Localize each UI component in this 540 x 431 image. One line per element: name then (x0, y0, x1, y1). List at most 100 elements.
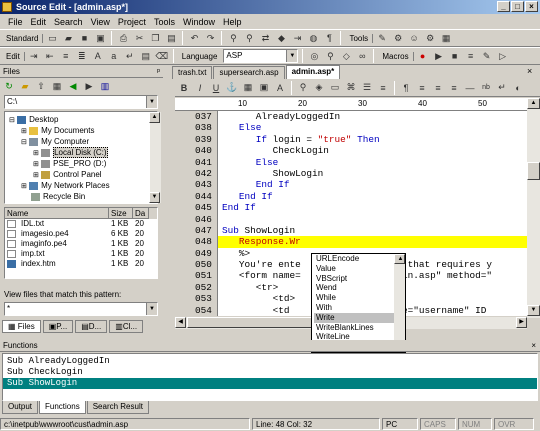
pin-icon[interactable]: ᵖ (157, 66, 160, 78)
code-line[interactable]: 037 AlreadyLoggedIn (175, 111, 527, 123)
hscroll-thumb[interactable] (187, 317, 327, 328)
tab-projects[interactable]: ▣P... (42, 320, 74, 333)
scroll-left-icon[interactable]: ◀ (175, 317, 186, 328)
collapse-icon[interactable]: ⊟ (9, 117, 15, 124)
select-all-icon[interactable]: ▤ (139, 49, 153, 63)
refresh-icon[interactable]: ↻ (2, 79, 16, 93)
menu-search[interactable]: Search (50, 17, 87, 27)
function-item-selected[interactable]: Sub ShowLogin (3, 378, 537, 389)
scroll-up-icon[interactable]: ▲ (394, 254, 405, 264)
print-icon[interactable]: ⎙ (116, 31, 130, 45)
autocomplete-item[interactable]: VBScript (314, 274, 394, 284)
scroll-right-icon[interactable]: ▶ (516, 317, 527, 328)
code-line[interactable]: 043 End If (175, 179, 527, 191)
menu-file[interactable]: File (4, 17, 27, 27)
menu-tools[interactable]: Tools (150, 17, 179, 27)
forward-icon[interactable]: ▶ (82, 79, 96, 93)
menu-edit[interactable]: Edit (27, 17, 51, 27)
view-mode-icon[interactable]: ▦ (50, 79, 64, 93)
table-icon[interactable]: ▦ (241, 81, 255, 95)
close-icon[interactable]: × (531, 340, 536, 352)
browser-preview-icon[interactable]: ◍ (306, 31, 320, 45)
code-line[interactable]: 047 Sub ShowLogin (175, 224, 527, 237)
indent-icon[interactable]: ⇥ (27, 49, 41, 63)
anchor-icon[interactable]: ⚓ (225, 81, 239, 95)
replace-icon[interactable]: ⇄ (258, 31, 272, 45)
minimize-button[interactable]: _ (497, 1, 510, 12)
tab-clips[interactable]: ▥Cl... (109, 320, 144, 333)
code-line[interactable]: 042 ShowLogin (175, 167, 527, 180)
pencil-icon[interactable]: ✎ (375, 31, 389, 45)
expand-icon[interactable]: ⊞ (33, 172, 39, 179)
autocomplete-scrollbar[interactable]: ▲▼ (394, 254, 405, 352)
tag-icon[interactable]: ◇ (339, 49, 353, 63)
back-icon[interactable]: ◀ (66, 79, 80, 93)
wrap-icon[interactable]: ↵ (123, 49, 137, 63)
macro-edit-icon[interactable]: ✎ (480, 49, 494, 63)
save-icon[interactable]: ■ (77, 31, 91, 45)
column-size[interactable]: Size (109, 208, 133, 219)
image-icon[interactable]: ▣ (257, 81, 271, 95)
numbered-list-icon[interactable]: ≡ (376, 81, 390, 95)
open-folder-icon[interactable]: ▰ (18, 79, 32, 93)
color-icon[interactable]: ◐ (511, 81, 525, 95)
settings-icon[interactable]: ⚙ (423, 31, 437, 45)
tree-item-my-documents[interactable]: ⊞ My Documents (5, 125, 157, 136)
language-select[interactable]: ASP ▼ (223, 49, 299, 63)
function-item[interactable]: Sub AlreadyLoggedIn (3, 356, 537, 367)
uncomment-icon[interactable]: ≣ (75, 49, 89, 63)
zoom-icon[interactable]: ⚲ (296, 81, 310, 95)
cut-icon[interactable]: ✂ (132, 31, 146, 45)
paste-icon[interactable]: ▤ (164, 31, 178, 45)
function-item[interactable]: Sub CheckLogin (3, 367, 537, 378)
open-folder-icon[interactable]: ▰ (61, 31, 75, 45)
goto-icon[interactable]: ⇥ (290, 31, 304, 45)
gear-icon[interactable]: ⚙ (391, 31, 405, 45)
file-row[interactable]: imp.txt 1 KB 20 (5, 249, 157, 259)
style-icon[interactable]: ◈ (312, 81, 326, 95)
autocomplete-item[interactable]: Write (314, 312, 394, 323)
menu-window[interactable]: Window (179, 17, 219, 27)
editor-close-icon[interactable]: × (527, 66, 532, 76)
record-macro-icon[interactable]: ● (416, 49, 430, 63)
code-line[interactable]: 041 Else (175, 156, 527, 168)
tree-item-desktop[interactable]: ⊟ Desktop (5, 114, 157, 125)
new-file-icon[interactable]: ▭ (45, 31, 59, 45)
scroll-up-icon[interactable]: ▲ (149, 112, 160, 123)
autocomplete-item[interactable]: Value (314, 264, 394, 274)
column-date[interactable]: Da (133, 208, 149, 219)
close-button[interactable]: × (525, 1, 538, 12)
tab-documents[interactable]: ▤D... (75, 320, 108, 333)
trim-icon[interactable]: ⌫ (155, 49, 169, 63)
tools-extra-icon[interactable]: ▦ (439, 31, 453, 45)
redo-icon[interactable]: ↷ (203, 31, 217, 45)
autocomplete-item[interactable]: URLEncode (314, 254, 394, 264)
maximize-button[interactable]: □ (511, 1, 524, 12)
tab-admin-asp[interactable]: admin.asp* (285, 65, 341, 79)
split-view-icon[interactable]: ▥ (98, 79, 112, 93)
scroll-thumb[interactable] (527, 162, 540, 180)
code-line[interactable]: 048 Response.Wr (175, 236, 527, 248)
link-icon[interactable]: ∞ (355, 49, 369, 63)
copy-icon[interactable]: ❐ (148, 31, 162, 45)
bookmark-icon[interactable]: ◆ (274, 31, 288, 45)
tree-item-pse-pro[interactable]: ⊞ PSE_PRO (D:) (5, 158, 157, 169)
file-row[interactable]: index.htm 1 KB 20 (5, 259, 157, 269)
filter-select[interactable]: * ▼ (4, 302, 158, 316)
tab-files[interactable]: ▦ Files (2, 320, 41, 333)
expand-icon[interactable]: ⊞ (33, 161, 39, 168)
file-row[interactable]: IDL.txt 1 KB 20 (5, 219, 157, 229)
path-select[interactable]: C:\ ▼ (4, 95, 158, 109)
menu-view[interactable]: View (87, 17, 114, 27)
macro-run-icon[interactable]: ▷ (496, 49, 510, 63)
underline-icon[interactable]: U (209, 81, 223, 95)
autocomplete-item[interactable]: While (314, 293, 394, 303)
autocomplete-item[interactable]: With (314, 303, 394, 313)
column-name[interactable]: Name (5, 208, 109, 219)
line-break-icon[interactable]: ↵ (495, 81, 509, 95)
collapse-icon[interactable]: ⊟ (21, 139, 27, 146)
align-left-icon[interactable]: ≡ (415, 81, 429, 95)
undo-icon[interactable]: ↶ (187, 31, 201, 45)
up-folder-icon[interactable]: ⇧ (34, 79, 48, 93)
autocomplete-item[interactable]: WriteBlankLines (314, 323, 394, 333)
